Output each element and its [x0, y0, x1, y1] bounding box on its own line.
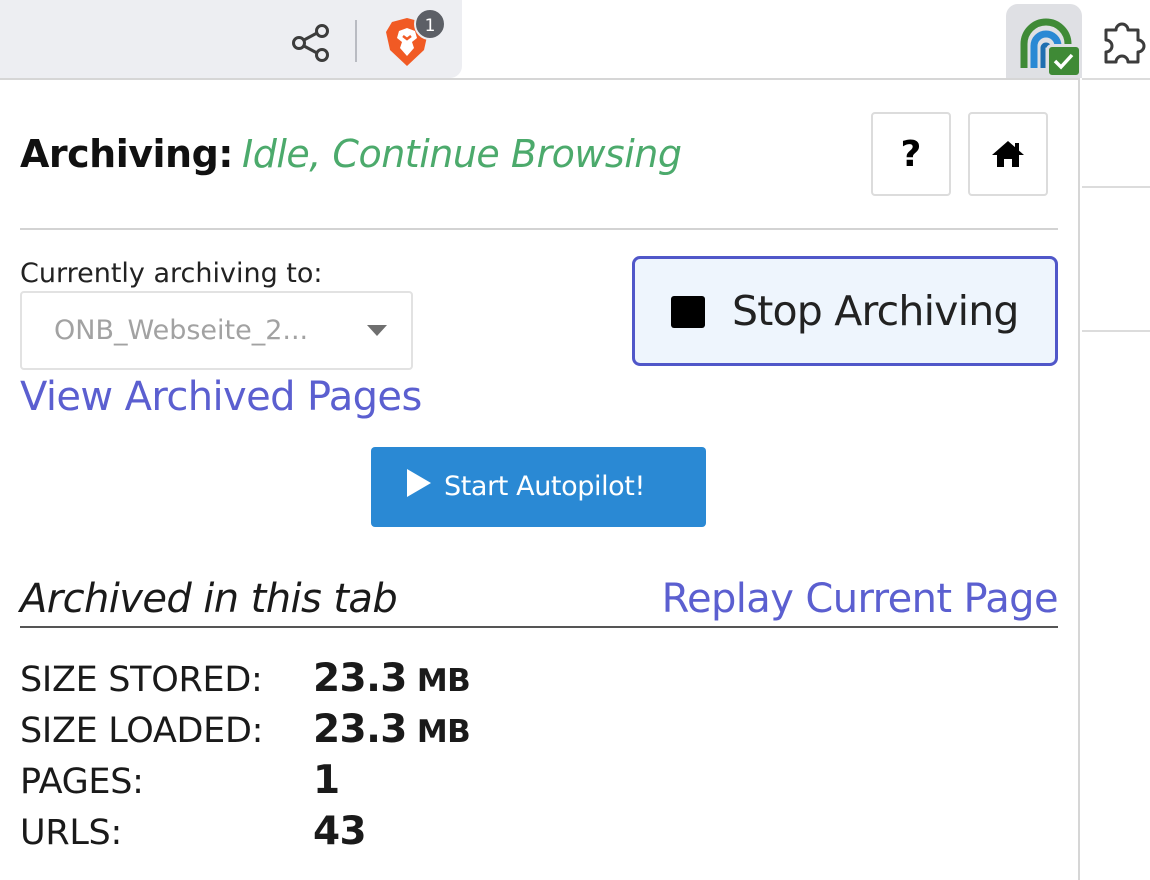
share-icon[interactable] — [290, 22, 332, 64]
size-loaded-number: 23.3 — [313, 707, 407, 752]
pages-label: PAGES: — [20, 762, 144, 802]
replay-current-page-link[interactable]: Replay Current Page — [662, 576, 1059, 622]
toolbar-separator — [355, 20, 357, 62]
size-loaded-unit: MB — [416, 714, 471, 750]
divider — [20, 228, 1058, 230]
extensions-puzzle-icon[interactable] — [1100, 16, 1150, 66]
size-stored-label: SIZE STORED: — [20, 660, 263, 700]
stop-icon — [671, 296, 705, 328]
start-autopilot-label: Start Autopilot! — [444, 471, 645, 502]
view-archived-pages-link[interactable]: View Archived Pages — [20, 374, 422, 420]
status-label: Archiving: — [20, 132, 234, 176]
home-icon — [992, 141, 1024, 167]
archived-in-tab-heading: Archived in this tab — [20, 576, 398, 622]
size-stored-value: 23.3 MB — [313, 656, 471, 701]
archiving-to-label: Currently archiving to: — [20, 258, 323, 289]
page-divider — [1082, 330, 1150, 332]
size-stored-unit: MB — [416, 663, 471, 699]
chevron-down-icon — [367, 325, 387, 336]
shields-count-badge: 1 — [414, 8, 446, 40]
help-icon: ? — [900, 133, 922, 175]
collection-select-value: ONB_Webseite_2... — [54, 315, 309, 346]
stop-archiving-label: Stop Archiving — [732, 287, 1019, 335]
size-loaded-label: SIZE LOADED: — [20, 711, 264, 751]
home-button[interactable] — [968, 112, 1048, 196]
urls-label: URLS: — [20, 813, 122, 853]
pages-value: 1 — [313, 758, 340, 803]
help-button[interactable]: ? — [871, 112, 951, 196]
divider — [20, 626, 1058, 628]
urls-value: 43 — [313, 809, 367, 854]
start-autopilot-button[interactable]: Start Autopilot! — [371, 447, 706, 527]
page-divider — [1082, 186, 1150, 188]
collection-select[interactable]: ONB_Webseite_2... — [20, 291, 413, 370]
page-divider — [1082, 78, 1150, 80]
status-value: Idle, Continue Browsing — [242, 132, 682, 176]
check-icon — [1046, 44, 1082, 78]
size-loaded-value: 23.3 MB — [313, 707, 471, 752]
play-icon — [407, 469, 431, 497]
stop-archiving-button[interactable]: Stop Archiving — [632, 256, 1058, 366]
size-stored-number: 23.3 — [313, 656, 407, 701]
